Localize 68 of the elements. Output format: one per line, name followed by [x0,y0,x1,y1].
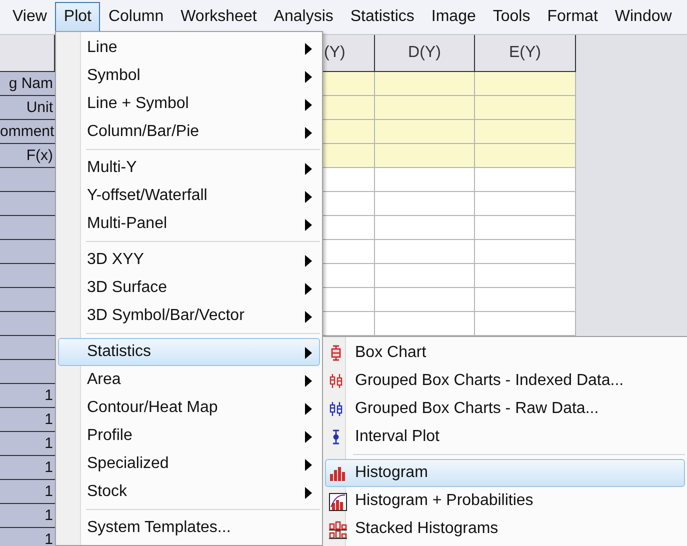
menu-item[interactable]: 3D Symbol/Bar/Vector [58,302,320,330]
menu-item[interactable]: Column [100,2,172,32]
menu-item[interactable]: Multi-Y [58,154,320,182]
box-plot-icon [329,373,343,389]
menu-item[interactable]: Plot [55,2,100,32]
menu-item[interactable]: Grouped Box Charts - Raw Data... [325,395,685,423]
row-header-cell[interactable] [0,360,55,384]
menu-item[interactable]: View [4,2,56,32]
menu-item[interactable]: Tools [484,2,539,32]
box-plot-icon [329,401,343,417]
histogram-icon [329,465,347,481]
histogram-icon [329,493,347,511]
menu-item[interactable]: Stock [58,478,320,506]
row-number[interactable]: 1 [0,456,55,480]
menu-item[interactable]: Specialized [58,450,320,478]
menu-item[interactable]: Symbol [58,62,320,90]
row-label: omment [0,120,55,144]
menu-item[interactable]: Box Chart [325,339,685,367]
row-header-cell[interactable] [0,240,55,264]
table-cell [322,120,375,144]
row-header-cell[interactable] [0,336,55,360]
menu-item[interactable]: Worksheet [172,2,266,32]
row-number[interactable]: 1 [0,480,55,504]
row-header-cell[interactable] [0,192,55,216]
row-header-cell[interactable] [0,264,55,288]
menu-item[interactable]: Column/Bar/Pie [58,118,320,146]
row-header-cell[interactable] [0,312,55,336]
table-cell [322,72,375,96]
menu-item[interactable]: Statistics [58,338,320,366]
row-header-cell [0,35,55,72]
menu-item[interactable]: Profile [58,422,320,450]
row-number[interactable]: 1 [0,432,55,456]
menu-item[interactable]: Grouped Box Charts - Indexed Data... [325,367,685,395]
menu-item[interactable]: 3D Surface [58,274,320,302]
row-label: g Nam [0,72,55,96]
menu-item[interactable]: Histogram [325,459,685,487]
menu-item[interactable]: Analysis [265,2,342,32]
menu-item[interactable]: Contour/Heat Map [58,394,320,422]
column-header[interactable]: E(Y) [475,35,576,72]
menu-item[interactable]: Multi-Panel [58,210,320,238]
menu-item[interactable]: 3D XYY [58,246,320,274]
row-label: Unit [0,96,55,120]
row-number[interactable]: 1 [0,528,55,546]
row-number[interactable]: 1 [0,408,55,432]
row-number[interactable]: 1 [0,384,55,408]
stacked-histogram-icon [329,521,347,539]
menu-item[interactable]: Line [58,34,320,62]
column-header[interactable]: (Y) [322,35,375,72]
menu-item[interactable]: Line + Symbol [58,90,320,118]
menu-item[interactable]: Interval Plot [325,423,685,451]
row-header-cell[interactable] [0,288,55,312]
column-header[interactable]: D(Y) [375,35,475,72]
menu-item[interactable]: Image [422,2,484,32]
menu-item[interactable]: Stacked Histograms [325,515,685,543]
menu-item[interactable]: Histogram + Probabilities [325,487,685,515]
menu-item[interactable]: System Templates... [58,514,320,542]
box-plot-icon [329,345,343,361]
menu-item[interactable]: Y-offset/Waterfall [58,182,320,210]
row-header-cell[interactable] [0,216,55,240]
table-cell [322,96,375,120]
menu-item[interactable]: Window [606,2,680,32]
row-number[interactable]: 1 [0,504,55,528]
table-cell [322,144,375,168]
menu-item[interactable]: Format [538,2,606,32]
row-label: F(x) [0,144,55,168]
menu-item[interactable]: Area [58,366,320,394]
menu-item[interactable]: Statistics [342,2,423,32]
row-header-cell[interactable] [0,168,55,192]
